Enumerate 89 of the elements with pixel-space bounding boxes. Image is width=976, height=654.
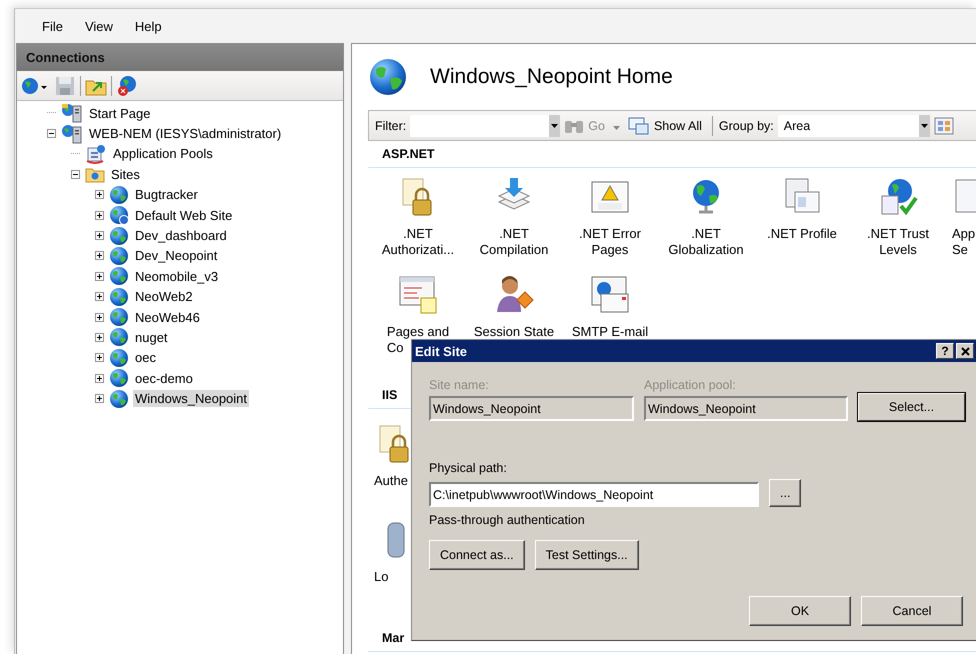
expand-toggle[interactable] [95, 251, 104, 260]
expand-toggle[interactable] [95, 292, 104, 302]
filter-label: Filter: [375, 118, 406, 132]
globe-icon [109, 388, 129, 409]
expand-toggle[interactable] [95, 190, 104, 200]
dropdown-arrow-icon [920, 124, 928, 128]
feature-tile[interactable]: .NET Authorizati... [370, 176, 466, 268]
tree-item[interactable]: nuget [133, 328, 170, 346]
page-title: Windows_Neopoint Home [430, 65, 673, 89]
field-label: Physical path: [429, 461, 508, 475]
expand-toggle[interactable] [95, 353, 104, 362]
physical-path-field[interactable]: C:\inetpub\wwwroot\Windows_Neopoint [429, 482, 759, 507]
browse-button[interactable]: ... [769, 479, 802, 507]
show-all-icon [628, 116, 650, 136]
globe-icon [109, 327, 129, 348]
tree-item[interactable]: Dev_Neopoint [133, 247, 220, 264]
application-pools-icon [85, 144, 107, 164]
select-button[interactable]: Select... [858, 393, 965, 421]
globe-icon [109, 246, 129, 266]
test-settings-button[interactable]: Test Settings... [534, 540, 639, 570]
expand-toggle[interactable] [95, 272, 104, 281]
view-icon[interactable] [934, 116, 954, 134]
expand-toggle[interactable] [95, 374, 104, 383]
filter-field[interactable] [410, 114, 560, 136]
group-by-label: Group by: [718, 118, 774, 132]
collapse-toggle[interactable] [71, 170, 80, 179]
cancel-button[interactable]: Cancel [861, 596, 963, 626]
tree-item[interactable]: Default Web Site [133, 206, 234, 224]
start-page-icon [61, 103, 83, 124]
expand-toggle[interactable] [95, 210, 104, 220]
pass-through-text: Pass-through authentication [429, 513, 586, 527]
group-heading: ASP.NET [382, 147, 435, 161]
ok-button[interactable]: OK [749, 596, 851, 626]
tree-item[interactable]: Sites [109, 166, 142, 183]
dialog-title: Edit Site [415, 344, 468, 358]
tree-item[interactable]: Windows_Neopoint [133, 390, 250, 408]
expand-toggle[interactable] [95, 231, 104, 240]
feature-tile[interactable]: SMTP E-mail [562, 274, 658, 366]
disconnect-globe-icon[interactable] [116, 74, 138, 96]
feature-tile[interactable]: .NET Compilation [466, 176, 562, 268]
group-by-dropdown[interactable]: Area [778, 114, 930, 136]
feature-tile[interactable]: App Se [946, 176, 976, 268]
form-page-icon [397, 274, 439, 316]
tree-item[interactable]: oec-demo [133, 370, 195, 387]
field-label: Site name: [429, 378, 490, 392]
tree-item[interactable]: Bugtracker [133, 186, 200, 204]
menu-item[interactable]: Help [124, 18, 173, 34]
expand-toggle[interactable] [95, 312, 104, 322]
help-button[interactable]: ? [936, 343, 954, 359]
close-icon [960, 346, 970, 356]
dropdown-arrow-icon [551, 124, 558, 128]
feature-tile[interactable]: .NET Profile [754, 176, 850, 268]
globe-icon [109, 266, 129, 286]
globe-question-icon [109, 205, 129, 226]
globe-icon [109, 226, 129, 246]
feature-tile[interactable]: .NET Error Pages [562, 176, 658, 268]
globe-icon [109, 307, 129, 328]
feature-tile[interactable]: Session State [466, 274, 562, 366]
feature-tile[interactable]: Authe [370, 423, 414, 513]
collapse-toggle[interactable] [47, 129, 56, 138]
tree-item[interactable]: Dev_dashboard [133, 227, 229, 244]
globe-icon [109, 184, 129, 205]
show-all-button[interactable]: Show All [654, 118, 702, 132]
expand-toggle[interactable] [95, 332, 104, 342]
tree-item[interactable]: Application Pools [111, 145, 215, 162]
globe-icon [109, 368, 129, 388]
expand-toggle[interactable] [95, 394, 104, 404]
menu-item[interactable]: File [31, 18, 74, 34]
group-heading: Mar [382, 631, 404, 645]
tree-item[interactable]: Start Page [87, 104, 152, 122]
tree-item[interactable]: oec [133, 349, 158, 366]
dropdown-arrow-icon[interactable] [612, 126, 620, 130]
panel-title: Connections [17, 44, 343, 71]
tree-item[interactable]: Neomobile_v3 [133, 268, 220, 285]
tree-item[interactable]: WEB-NEM (IESYS\administrator) [87, 125, 284, 142]
server-globe-icon [61, 124, 83, 144]
globe-icon [368, 57, 408, 97]
group-heading: IIS [382, 388, 398, 402]
feature-tile[interactable]: .NET Trust Levels [850, 176, 946, 268]
feature-tile[interactable]: Lo [370, 519, 414, 609]
globe-icon [109, 286, 129, 307]
close-button[interactable] [956, 343, 974, 359]
feature-tile[interactable]: .NET Globalization [658, 176, 754, 268]
globe-icon [109, 348, 129, 368]
tree-item[interactable]: NeoWeb2 [133, 288, 195, 306]
menu-item[interactable]: View [74, 18, 124, 34]
field-label: Application pool: [644, 378, 737, 392]
tree-item[interactable]: NeoWeb46 [133, 308, 202, 326]
connect-as-button[interactable]: Connect as... [429, 540, 525, 570]
